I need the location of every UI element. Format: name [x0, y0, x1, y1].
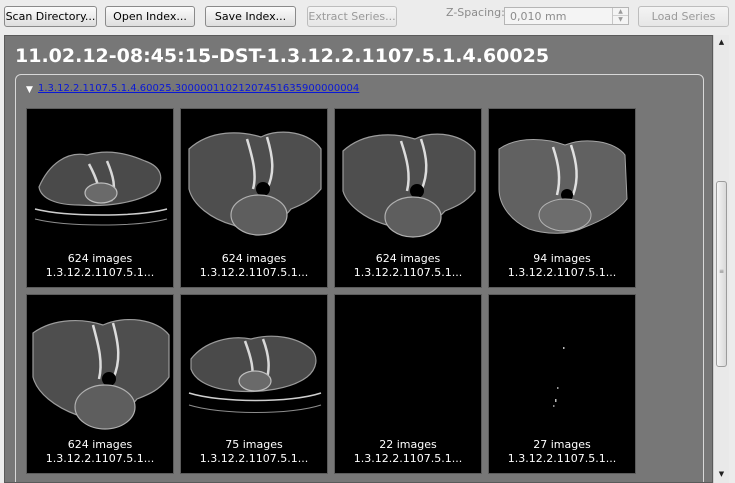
series-browser-panel: 11.02.12-08:45:15-DST-1.3.12.2.1107.5.1.… — [4, 35, 713, 483]
series-thumbnail[interactable]: 624 images 1.3.12.2.1107.5.1... — [26, 294, 174, 474]
scroll-down-icon[interactable]: ▼ — [714, 467, 729, 481]
image-count: 624 images — [375, 252, 441, 265]
study-title: 11.02.12-08:45:15-DST-1.3.12.2.1107.5.1.… — [15, 45, 550, 67]
open-index-button[interactable]: Open Index... — [105, 6, 195, 27]
ct-slice-image — [32, 318, 170, 430]
blank-slice-image — [335, 295, 481, 435]
series-uid-short: 1.3.12.2.1107.5.1... — [45, 452, 155, 465]
series-thumbnail[interactable]: 624 images 1.3.12.2.1107.5.1... — [26, 108, 174, 288]
image-count: 27 images — [533, 438, 591, 451]
series-uid-short: 1.3.12.2.1107.5.1... — [353, 452, 463, 465]
image-count: 624 images — [67, 252, 133, 265]
sparse-slice-image — [553, 347, 565, 407]
vertical-scrollbar[interactable]: ▲ ≡ ▼ — [713, 35, 729, 483]
toolbar: Scan Directory... Open Index... Save Ind… — [0, 0, 735, 34]
z-spacing-label: Z-Spacing: — [446, 6, 505, 19]
scan-directory-button[interactable]: Scan Directory... — [4, 6, 97, 27]
ct-slice-image — [188, 335, 322, 413]
series-thumbnail[interactable]: 94 images 1.3.12.2.1107.5.1... — [488, 108, 636, 288]
spin-down-icon[interactable]: ▼ — [613, 16, 628, 24]
series-uid-short: 1.3.12.2.1107.5.1... — [199, 452, 309, 465]
image-count: 75 images — [225, 438, 283, 451]
series-group: ▼ 1.3.12.2.1107.5.1.4.60025.300000110212… — [15, 74, 704, 482]
scrollbar-thumb[interactable]: ≡ — [716, 181, 727, 367]
series-thumbnail[interactable]: 22 images 1.3.12.2.1107.5.1... — [334, 294, 482, 474]
ct-slice-image — [498, 139, 628, 234]
ct-slice-image — [188, 131, 322, 236]
series-uid-short: 1.3.12.2.1107.5.1... — [507, 452, 617, 465]
extract-series-button[interactable]: Extract Series... — [307, 6, 397, 27]
series-uid-link[interactable]: 1.3.12.2.1107.5.1.4.60025.30000011021207… — [38, 83, 359, 94]
image-count: 624 images — [67, 438, 133, 451]
grip-icon: ≡ — [719, 268, 725, 275]
series-uid-short: 1.3.12.2.1107.5.1... — [507, 266, 617, 279]
series-uid-short: 1.3.12.2.1107.5.1... — [199, 266, 309, 279]
z-spacing-value: 0,010 mm — [510, 10, 567, 23]
triangle-down-icon[interactable]: ▼ — [26, 85, 33, 95]
series-thumbnail[interactable]: 624 images 1.3.12.2.1107.5.1... — [334, 108, 482, 288]
z-spacing-spinbox[interactable]: 0,010 mm ▲ ▼ — [504, 7, 629, 25]
ct-slice-image — [342, 133, 476, 238]
image-count: 624 images — [221, 252, 287, 265]
save-index-button[interactable]: Save Index... — [205, 6, 296, 27]
series-thumbnail[interactable]: 27 images 1.3.12.2.1107.5.1... — [488, 294, 636, 474]
spin-up-icon[interactable]: ▲ — [613, 8, 628, 16]
series-thumbnail[interactable]: 75 images 1.3.12.2.1107.5.1... — [180, 294, 328, 474]
ct-slice-image — [34, 151, 168, 226]
image-count: 22 images — [379, 438, 437, 451]
image-count: 94 images — [533, 252, 591, 265]
load-series-button[interactable]: Load Series — [638, 6, 729, 27]
series-uid-short: 1.3.12.2.1107.5.1... — [353, 266, 463, 279]
series-uid-short: 1.3.12.2.1107.5.1... — [45, 266, 155, 279]
spin-arrows: ▲ ▼ — [612, 8, 628, 24]
series-thumbnail[interactable]: 624 images 1.3.12.2.1107.5.1... — [180, 108, 328, 288]
scroll-up-icon[interactable]: ▲ — [714, 35, 729, 49]
